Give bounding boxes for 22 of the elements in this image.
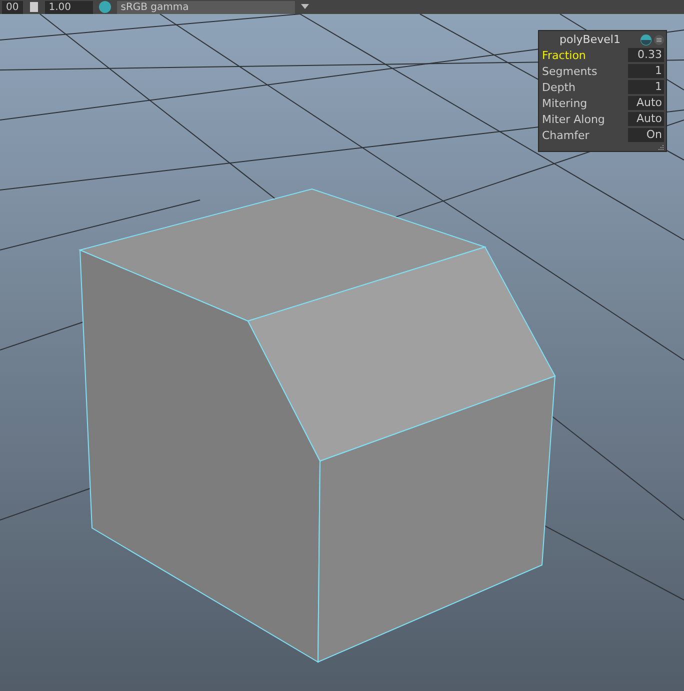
color-space-dropdown[interactable]: sRGB gamma [116, 0, 295, 14]
toggle-icon[interactable] [28, 1, 40, 13]
attribute-label[interactable]: Depth [542, 80, 576, 94]
panel-title: polyBevel1 [558, 33, 622, 46]
render-sphere-icon[interactable] [640, 34, 652, 46]
attribute-value-field[interactable]: 1 [628, 80, 664, 94]
attribute-label[interactable]: Mitering [542, 96, 588, 110]
caret-icon[interactable] [300, 3, 310, 11]
toolbar-field[interactable]: 1.00 [44, 0, 93, 14]
attribute-value-field[interactable]: Auto [628, 96, 664, 110]
attribute-label[interactable]: Segments [542, 64, 598, 78]
attribute-value-field[interactable]: 1 [628, 64, 664, 78]
toolbar-field[interactable]: 00 [2, 0, 23, 14]
color-management-icon[interactable] [98, 0, 112, 14]
attribute-value-field[interactable]: On [628, 128, 664, 142]
attribute-label[interactable]: Chamfer [542, 128, 590, 142]
resize-grip-icon[interactable] [657, 144, 665, 150]
attribute-value-field[interactable]: Auto [628, 112, 664, 126]
attribute-value-field[interactable]: 0.33 [628, 48, 664, 62]
attribute-label[interactable]: Miter Along [542, 112, 605, 126]
menu-icon[interactable] [654, 34, 664, 44]
attribute-label[interactable]: Fraction [542, 48, 586, 62]
